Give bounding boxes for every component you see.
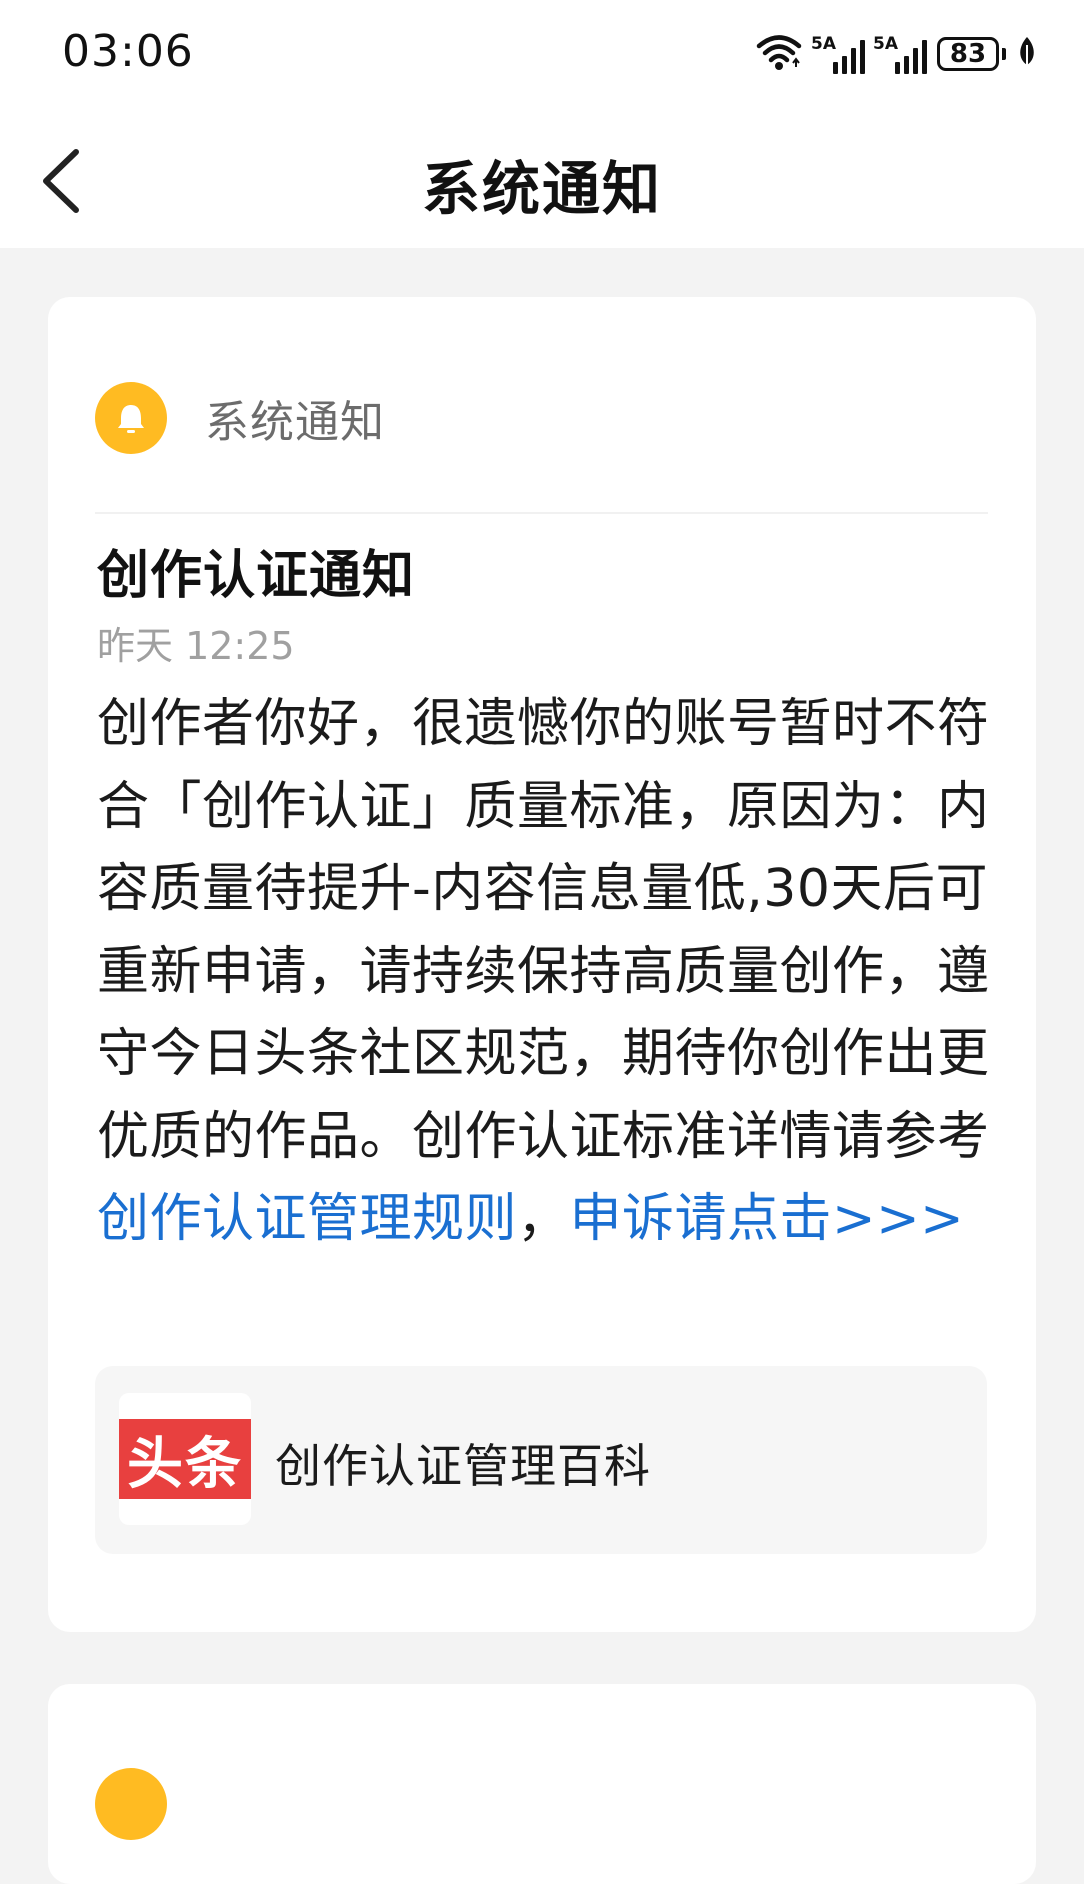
nav-bar: 系统通知 (0, 112, 1084, 248)
notification-body: 创作者你好，很遗憾你的账号暂时不符合「创作认证」质量标准，原因为：内容质量待提升… (97, 683, 997, 1261)
signal-icon: 5A (873, 34, 927, 74)
status-time: 03:06 (62, 26, 194, 77)
divider (95, 512, 988, 514)
notification-source: 系统通知 (95, 381, 385, 455)
signal-label: 5A (811, 34, 836, 54)
reference-card[interactable]: 头条 创作认证管理百科 (95, 1366, 987, 1554)
notification-source-label: 系统通知 (205, 397, 385, 448)
toutiao-logo-text: 头条 (119, 1419, 251, 1499)
notification-card: 系统通知 创作认证通知 昨天 12:25 创作者你好，很遗憾你的账号暂时不符合「… (48, 297, 1036, 1632)
bell-icon (95, 382, 167, 454)
notification-title: 创作认证通知 (97, 546, 416, 606)
battery-icon: 83 (937, 37, 1006, 71)
status-bar: 03:06 5A 5A 83 (0, 0, 1084, 112)
battery-level: 83 (937, 37, 999, 71)
signal-icon: 5A (811, 34, 865, 74)
link-separator: ， (517, 1189, 570, 1249)
status-icons: 5A 5A 83 (755, 34, 1038, 74)
page-title: 系统通知 (421, 155, 662, 223)
notification-body-text: 创作者你好，很遗憾你的账号暂时不符合「创作认证」质量标准，原因为：内容质量待提升… (97, 694, 990, 1167)
appeal-link[interactable]: 申诉请点击>>> (570, 1189, 965, 1249)
rules-link[interactable]: 创作认证管理规则 (97, 1189, 517, 1249)
wifi-icon (755, 33, 803, 75)
toutiao-logo: 头条 (119, 1393, 251, 1525)
reference-title: 创作认证管理百科 (275, 1439, 651, 1493)
signal-label: 5A (873, 34, 898, 54)
leaf-icon (1016, 35, 1038, 73)
notification-card (48, 1684, 1036, 1884)
notification-time: 昨天 12:25 (97, 624, 295, 668)
